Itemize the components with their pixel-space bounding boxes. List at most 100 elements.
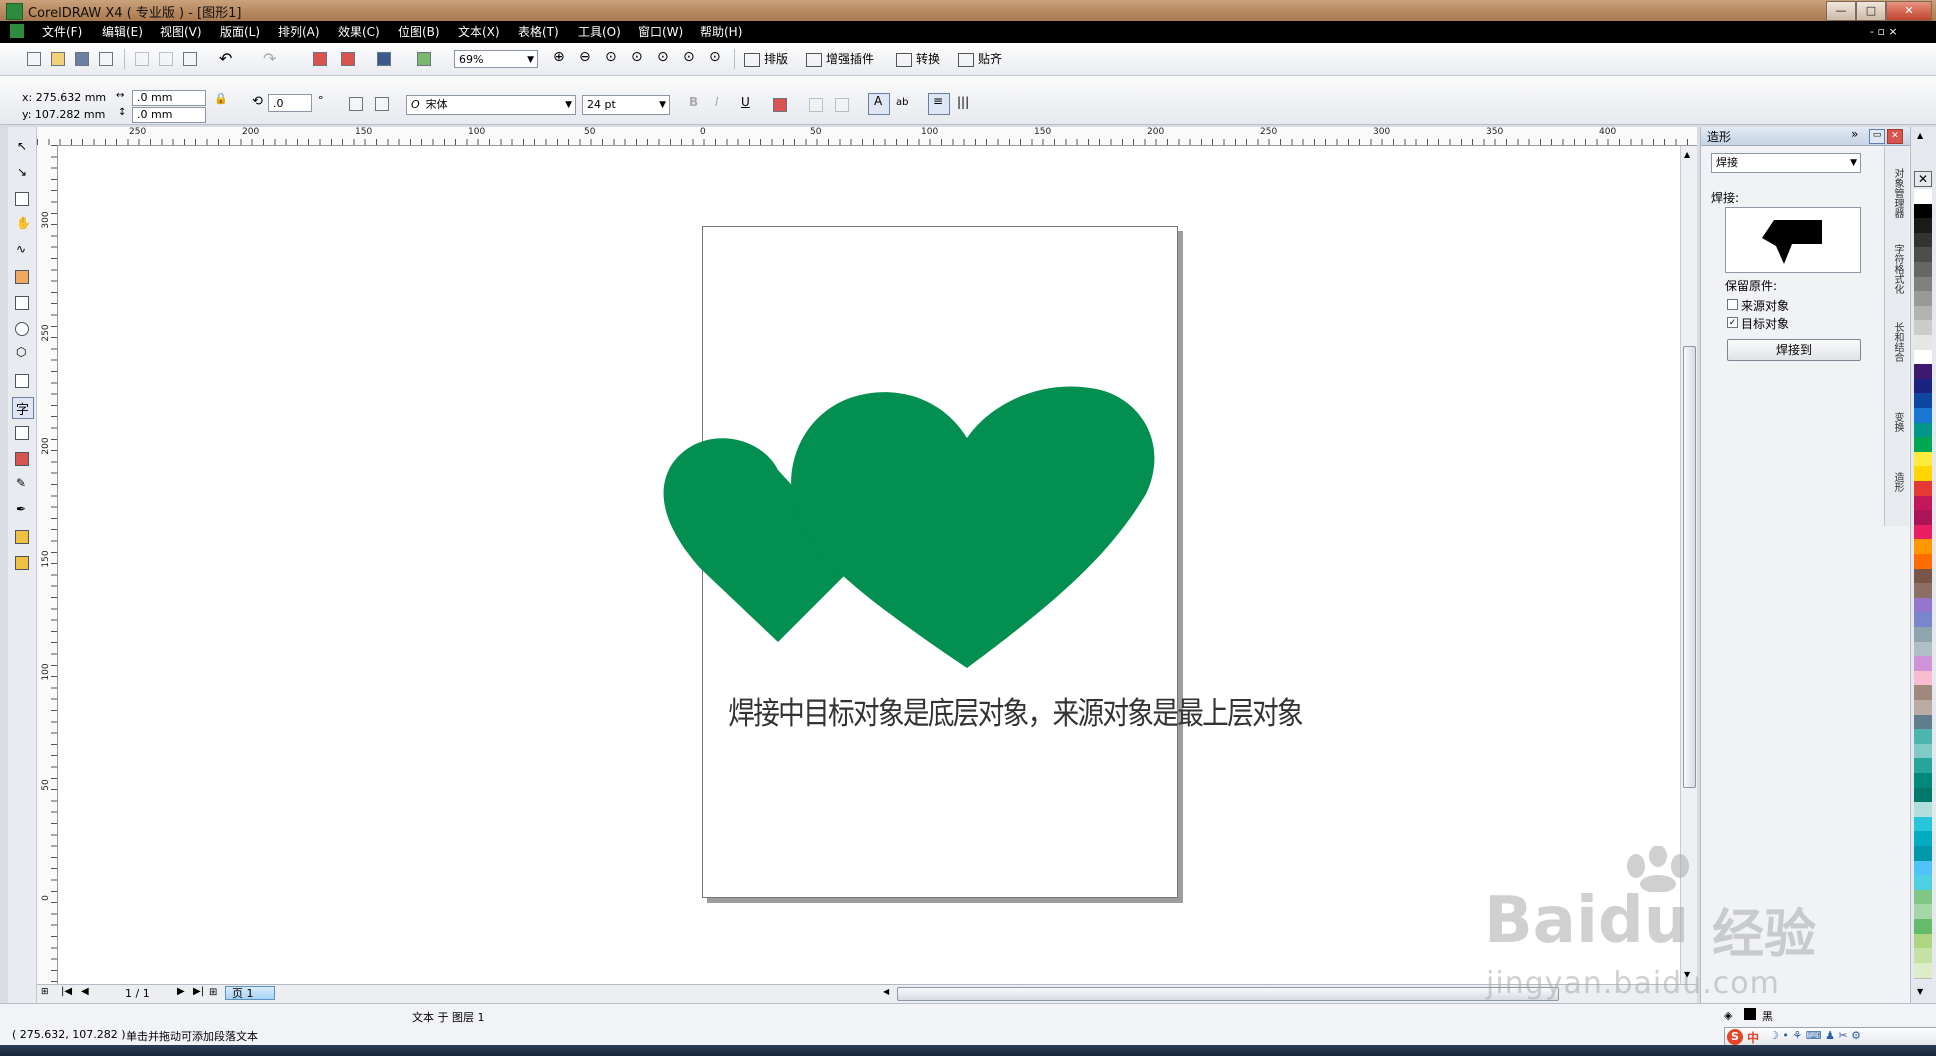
menu-arrange[interactable]: 排列(A)	[274, 23, 324, 41]
menu-edit[interactable]: 编辑(E)	[98, 23, 147, 41]
font-family-combo[interactable]: O 宋体 ▼	[406, 95, 576, 115]
export-icon[interactable]	[338, 49, 358, 69]
color-swatch[interactable]	[1914, 510, 1932, 527]
new-document-icon[interactable]	[24, 49, 44, 69]
vertical-text-icon[interactable]: |||	[954, 95, 974, 115]
italic-icon[interactable]: I	[710, 95, 730, 115]
color-swatch[interactable]	[1914, 466, 1932, 483]
docker-minimize-icon[interactable]: ▭	[1869, 129, 1885, 144]
fill-tool-icon[interactable]	[12, 527, 32, 547]
plugin-convert-button[interactable]: 转换	[896, 49, 940, 69]
pick-tool-icon[interactable]: ↖	[12, 137, 32, 157]
bold-icon[interactable]: B	[684, 95, 704, 115]
color-swatch[interactable]	[1914, 262, 1932, 278]
color-swatch[interactable]	[1914, 437, 1932, 454]
cut-icon[interactable]	[132, 49, 152, 69]
bullet-list-icon[interactable]	[806, 95, 826, 115]
zoom-overview-icon[interactable]: ⊞	[41, 987, 49, 997]
color-swatch[interactable]	[1914, 495, 1932, 512]
caption-text[interactable]: 焊接中目标对象是底层对象，来源对象是最上层对象	[728, 688, 1303, 733]
maximize-button[interactable]: □	[1856, 1, 1886, 21]
height-field[interactable]: .0 mm	[132, 107, 206, 123]
plugin-layout-button[interactable]: 排版	[744, 49, 788, 69]
outline-tool-icon[interactable]: ✒	[12, 501, 32, 521]
redo-icon[interactable]: ↷	[260, 49, 280, 69]
color-swatch[interactable]	[1914, 335, 1932, 351]
color-swatch[interactable]	[1914, 919, 1932, 935]
vertical-scroll-thumb[interactable]	[1683, 346, 1696, 788]
plugin-snap-button[interactable]: 贴齐	[958, 49, 1002, 69]
color-swatch[interactable]	[1914, 597, 1932, 614]
mirror-vertical-icon[interactable]	[372, 94, 392, 114]
table-tool-icon[interactable]	[12, 423, 32, 443]
menu-effects[interactable]: 效果(C)	[334, 23, 384, 41]
color-swatch[interactable]	[1914, 189, 1932, 205]
color-swatch[interactable]	[1914, 349, 1932, 366]
color-swatch[interactable]	[1914, 320, 1932, 337]
polygon-tool-icon[interactable]: ⬡	[12, 345, 32, 365]
plugin-enhance-button[interactable]: 增强插件	[806, 49, 874, 69]
mirror-horizontal-icon[interactable]	[346, 94, 366, 114]
palette-scroll-up-icon[interactable]: ▲	[1917, 131, 1923, 140]
text-alignment-icon[interactable]	[770, 95, 790, 115]
docker-close-icon[interactable]: ✕	[1887, 129, 1903, 144]
color-swatch[interactable]	[1914, 831, 1932, 848]
color-swatch[interactable]	[1914, 656, 1932, 673]
tab-transform[interactable]: 变换	[1889, 412, 1905, 432]
color-swatch[interactable]	[1914, 481, 1932, 497]
undo-icon[interactable]: ↶	[216, 49, 236, 69]
menu-view[interactable]: 视图(V)	[156, 23, 206, 41]
color-swatch[interactable]	[1914, 291, 1932, 308]
menu-bitmaps[interactable]: 位图(B)	[394, 23, 444, 41]
menu-tools[interactable]: 工具(O)	[574, 23, 625, 41]
rotation-angle-field[interactable]: .0	[268, 94, 312, 112]
docker-expand-icon[interactable]: »	[1851, 127, 1858, 141]
paste-icon[interactable]	[180, 49, 200, 69]
minimize-button[interactable]: —	[1826, 1, 1856, 21]
tab-page-1[interactable]: 页 1	[225, 986, 275, 1000]
copy-icon[interactable]	[156, 49, 176, 69]
character-format-icon[interactable]: A	[868, 93, 890, 115]
prev-page-icon[interactable]: ◀	[81, 986, 89, 997]
color-swatch[interactable]	[1914, 203, 1932, 220]
color-swatch[interactable]	[1914, 933, 1932, 950]
smart-fill-tool-icon[interactable]	[12, 267, 32, 287]
color-swatch[interactable]	[1914, 962, 1932, 979]
color-swatch[interactable]	[1914, 539, 1932, 556]
color-swatch[interactable]	[1914, 758, 1932, 775]
color-swatch[interactable]	[1914, 846, 1932, 862]
edit-text-icon[interactable]: ab	[894, 95, 914, 115]
color-swatch[interactable]	[1914, 714, 1932, 731]
color-swatch[interactable]	[1914, 889, 1932, 906]
menu-window[interactable]: 窗口(W)	[634, 23, 687, 41]
ellipse-tool-icon[interactable]	[12, 319, 32, 339]
next-page-icon[interactable]: ▶	[177, 986, 185, 997]
color-swatch[interactable]	[1914, 568, 1932, 585]
color-swatch[interactable]	[1914, 451, 1932, 468]
shaping-mode-select[interactable]: 焊接 ▼	[1711, 153, 1861, 173]
y-position-field[interactable]: y: 107.282 mm	[22, 108, 105, 121]
color-swatch[interactable]	[1914, 875, 1932, 892]
zoom-out-icon[interactable]: ⊖	[576, 49, 596, 69]
color-swatch[interactable]	[1914, 305, 1932, 322]
color-swatch[interactable]	[1914, 948, 1932, 965]
color-swatch[interactable]	[1914, 685, 1932, 702]
color-swatch[interactable]	[1914, 904, 1932, 921]
open-icon[interactable]	[48, 49, 68, 69]
color-swatch[interactable]	[1914, 422, 1932, 439]
color-swatch[interactable]	[1914, 612, 1932, 629]
interactive-blend-tool-icon[interactable]	[12, 449, 32, 469]
horizontal-text-icon[interactable]: ≡	[928, 93, 950, 115]
zoom-selected-icon[interactable]: ⊙	[602, 49, 622, 69]
menu-table[interactable]: 表格(T)	[514, 23, 563, 41]
color-swatch[interactable]	[1914, 364, 1932, 381]
x-position-field[interactable]: x: 275.632 mm	[22, 91, 106, 104]
large-heart-shape[interactable]	[791, 386, 1155, 668]
color-swatch[interactable]	[1914, 729, 1932, 746]
windows-taskbar[interactable]	[0, 1045, 1936, 1056]
color-swatch[interactable]	[1914, 627, 1932, 643]
color-swatch[interactable]	[1914, 743, 1932, 760]
color-swatch[interactable]	[1914, 393, 1932, 410]
doc-window-controls-icon[interactable]: - ▫ ×	[1866, 23, 1902, 41]
import-icon[interactable]	[310, 49, 330, 69]
